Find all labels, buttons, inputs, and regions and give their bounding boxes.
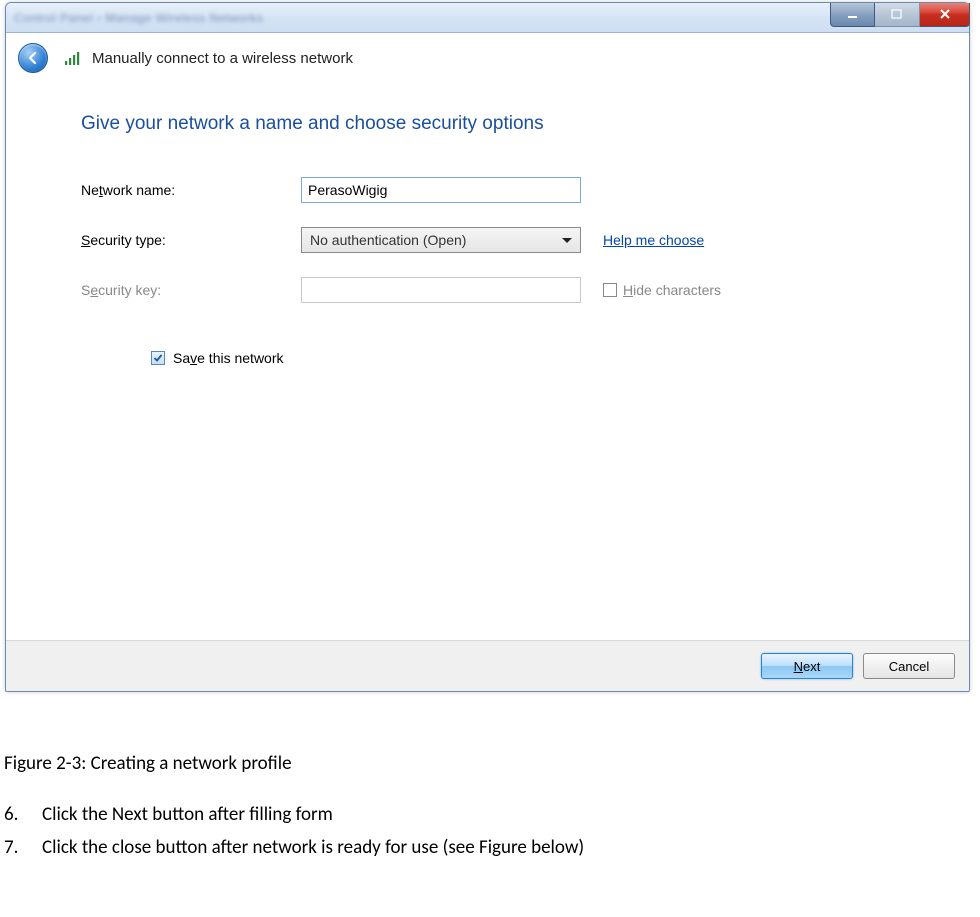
maximize-button[interactable] bbox=[875, 3, 920, 27]
step-number: 7. bbox=[4, 836, 26, 859]
save-network-checkbox[interactable] bbox=[151, 351, 165, 365]
network-name-label: Network name: bbox=[81, 182, 301, 198]
checkmark-icon bbox=[153, 353, 163, 363]
back-button[interactable] bbox=[18, 43, 48, 73]
security-type-label: Security type: bbox=[81, 232, 301, 248]
breadcrumb: Control Panel › Manage Wireless Networks bbox=[14, 11, 263, 25]
row-security-key: Security key: Hide characters bbox=[81, 275, 899, 305]
step-number: 6. bbox=[4, 803, 26, 826]
hide-characters-label: Hide characters bbox=[623, 282, 721, 298]
wizard-window: Control Panel › Manage Wireless Networks bbox=[5, 2, 970, 692]
instruction-step: 6. Click the Next button after filling f… bbox=[4, 803, 980, 826]
chevron-down-icon bbox=[562, 238, 572, 243]
maximize-icon bbox=[890, 8, 904, 20]
security-type-value: No authentication (Open) bbox=[310, 232, 466, 248]
next-button[interactable]: Next bbox=[761, 653, 853, 679]
wireless-signal-icon bbox=[64, 50, 82, 66]
help-me-choose-link[interactable]: Help me choose bbox=[603, 232, 704, 248]
hide-characters-checkbox bbox=[603, 283, 617, 297]
security-type-select[interactable]: No authentication (Open) bbox=[301, 227, 581, 253]
hide-characters-wrap: Hide characters bbox=[603, 282, 721, 298]
window-controls bbox=[830, 3, 970, 27]
instruction-step: 7. Click the close button after network … bbox=[4, 836, 980, 859]
titlebar: Control Panel › Manage Wireless Networks bbox=[6, 3, 969, 33]
instruction-list: 6. Click the Next button after filling f… bbox=[0, 803, 980, 859]
close-icon bbox=[938, 8, 952, 20]
figure-caption: Figure 2-3: Creating a network profile bbox=[4, 752, 980, 775]
security-key-input bbox=[301, 277, 581, 303]
minimize-icon bbox=[846, 8, 860, 20]
row-save-network: Save this network bbox=[151, 350, 899, 366]
button-bar: Next Cancel bbox=[6, 640, 969, 691]
save-network-label: Save this network bbox=[173, 350, 284, 366]
step-text: Click the Next button after filling form bbox=[42, 803, 333, 826]
content-heading: Give your network a name and choose secu… bbox=[81, 113, 899, 135]
wizard-header: Manually connect to a wireless network bbox=[6, 33, 969, 85]
network-name-input[interactable] bbox=[301, 177, 581, 203]
row-security-type: Security type: No authentication (Open) … bbox=[81, 225, 899, 255]
back-arrow-icon bbox=[25, 50, 41, 66]
step-text: Click the close button after network is … bbox=[42, 836, 584, 859]
wizard-content: Give your network a name and choose secu… bbox=[6, 85, 969, 640]
wizard-title: Manually connect to a wireless network bbox=[92, 50, 353, 67]
row-network-name: Network name: bbox=[81, 175, 899, 205]
close-button[interactable] bbox=[920, 3, 970, 27]
security-key-label: Security key: bbox=[81, 282, 301, 298]
cancel-button[interactable]: Cancel bbox=[863, 653, 955, 679]
minimize-button[interactable] bbox=[830, 3, 875, 27]
